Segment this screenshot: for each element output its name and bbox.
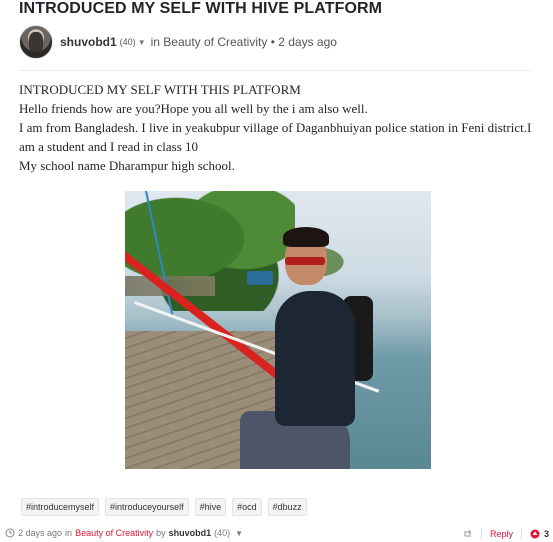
community-link[interactable]: Beauty of Creativity	[163, 35, 267, 49]
upvote-icon[interactable]	[530, 529, 540, 539]
footer-time[interactable]: 2 days ago	[18, 528, 62, 538]
image-boat	[247, 271, 273, 285]
post-body: INTRODUCED MY SELF WITH THIS PLATFORM He…	[19, 80, 539, 175]
post-image[interactable]	[125, 191, 431, 469]
footer-meta: 2 days ago in Beauty of Creativity by sh…	[5, 528, 248, 538]
tag-list: #introducemyself #introduceyourself #hiv…	[21, 498, 307, 516]
tag-chip[interactable]: #introduceyourself	[105, 498, 189, 516]
in-label: in	[150, 35, 160, 49]
post-footer: 2 days ago in Beauty of Creativity by sh…	[0, 528, 553, 542]
tag-chip[interactable]: #ocd	[232, 498, 262, 516]
footer-separator	[520, 528, 522, 539]
image-person-body	[275, 291, 355, 426]
divider	[19, 70, 531, 71]
image-sunglasses	[285, 257, 325, 265]
footer-author[interactable]: shuvobd1	[169, 528, 212, 538]
author-row: shuvobd1 (40) ▼ in Beauty of Creativity …	[19, 25, 337, 59]
reply-button[interactable]: Reply	[490, 529, 513, 539]
author-name[interactable]: shuvobd1	[60, 35, 117, 49]
footer-separator	[480, 528, 482, 539]
post-time[interactable]: 2 days ago	[278, 35, 337, 49]
footer-in-label: in	[65, 528, 73, 538]
tag-chip[interactable]: #dbuzz	[267, 498, 307, 516]
post-title[interactable]: INTRODUCED MY SELF WITH HIVE PLATFORM	[19, 0, 382, 18]
body-paragraph: I am from Bangladesh. I live in yeakubpu…	[19, 120, 532, 154]
upvote-count[interactable]: 3	[544, 529, 549, 539]
body-paragraph: My school name Dharampur high school.	[19, 158, 235, 173]
image-person-hair	[283, 227, 329, 247]
footer-actions: Reply 3	[462, 528, 549, 539]
footer-community-link[interactable]: Beauty of Creativity	[75, 528, 153, 538]
author-avatar[interactable]	[19, 25, 53, 59]
body-paragraph: INTRODUCED MY SELF WITH THIS PLATFORM	[19, 82, 301, 97]
body-paragraph: Hello friends how are you?Hope you all w…	[19, 101, 368, 116]
clock-icon	[5, 528, 15, 538]
chevron-down-icon[interactable]: ▼	[235, 529, 243, 538]
post-meta: shuvobd1 (40) ▼ in Beauty of Creativity …	[60, 35, 337, 49]
reblog-icon[interactable]	[462, 529, 473, 539]
tag-chip[interactable]: #introducemyself	[21, 498, 100, 516]
meta-separator: •	[270, 35, 275, 49]
chevron-down-icon[interactable]: ▼	[138, 38, 146, 47]
footer-by-label: by	[156, 528, 166, 538]
author-reputation: (40)	[119, 37, 136, 47]
tag-chip[interactable]: #hive	[194, 498, 227, 516]
footer-reputation: (40)	[214, 528, 231, 538]
